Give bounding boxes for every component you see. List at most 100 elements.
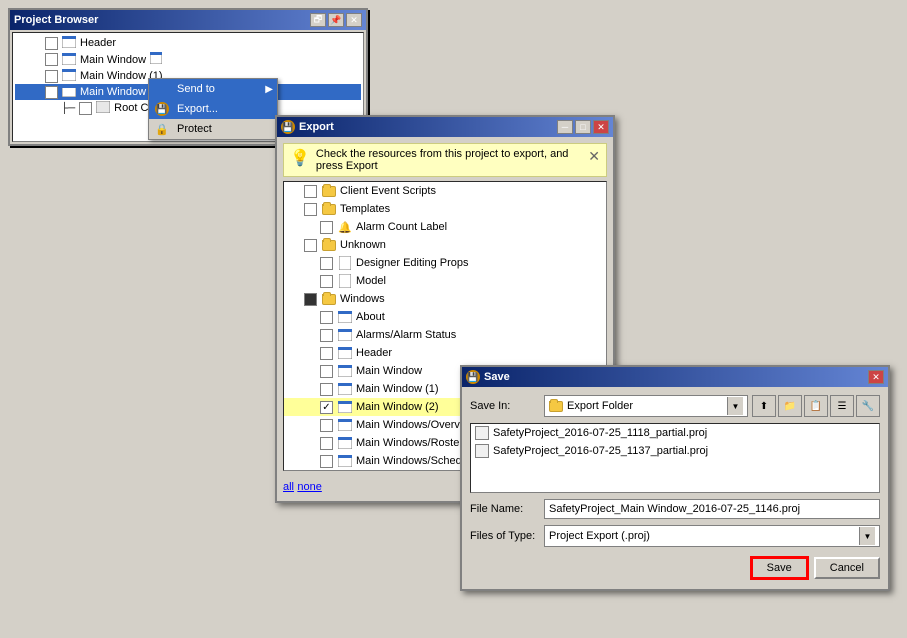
alarmsalarmstatus-checkbox[interactable]	[320, 329, 333, 342]
export-mainwindow2-label: Main Window (2)	[356, 401, 439, 413]
alarmcountlabel-label: Alarm Count Label	[356, 221, 447, 233]
page-icon-model	[337, 274, 353, 288]
mainwindowsroster-checkbox[interactable]	[320, 437, 333, 450]
project-browser-titlebar: Project Browser 🗗 📌 ✕	[10, 10, 366, 30]
window-icon-about	[337, 310, 353, 324]
window-icon2	[62, 53, 78, 67]
all-none-links: all none	[283, 479, 322, 493]
toolbar-preview-btn[interactable]: 🔧	[856, 395, 880, 417]
list-item-about[interactable]: About	[284, 308, 606, 326]
file-name-input[interactable]	[544, 499, 880, 519]
designereditingprops-checkbox[interactable]	[320, 257, 333, 270]
window-icon-mwo	[337, 418, 353, 432]
export-header-label: Header	[356, 347, 392, 359]
tree-item-header[interactable]: Header	[15, 35, 361, 51]
export-mainwindow2-checkbox[interactable]	[320, 401, 333, 414]
cancel-button[interactable]: Cancel	[814, 557, 880, 579]
export-mainwindow1-checkbox[interactable]	[320, 383, 333, 396]
list-item-unknown[interactable]: Unknown	[284, 236, 606, 254]
menu-item-protect[interactable]: 🔒 Protect	[149, 119, 277, 139]
list-item-model[interactable]: Model	[284, 272, 606, 290]
pin-button[interactable]: 📌	[328, 13, 344, 27]
export-dialog-controls: ─ □ ✕	[557, 120, 609, 134]
window-icon3	[62, 69, 78, 83]
templates-label: Templates	[340, 203, 390, 215]
mainwindow-label: Main Window	[80, 54, 146, 66]
clienteventscripts-checkbox[interactable]	[304, 185, 317, 198]
list-item-export-header[interactable]: Header	[284, 344, 606, 362]
header-checkbox[interactable]	[45, 37, 58, 50]
alarmcountlabel-checkbox[interactable]	[320, 221, 333, 234]
save-dialog-titlebar: 💾 Save ✕	[462, 367, 888, 387]
info-icon: 💡	[290, 148, 310, 168]
list-item-designereditingprops[interactable]: Designer Editing Props	[284, 254, 606, 272]
export-header-checkbox[interactable]	[320, 347, 333, 360]
toolbar-new-btn[interactable]: 📁	[778, 395, 802, 417]
close-button[interactable]: ✕	[346, 13, 362, 27]
unknown-checkbox[interactable]	[304, 239, 317, 252]
toolbar-list-btn[interactable]: 📋	[804, 395, 828, 417]
export-mainwindow-label: Main Window	[356, 365, 422, 377]
toolbar-up-btn[interactable]: ⬆	[752, 395, 776, 417]
mainwindow-checkbox[interactable]	[45, 53, 58, 66]
mainwindowsoverview-checkbox[interactable]	[320, 419, 333, 432]
files-of-type-label: Files of Type:	[470, 530, 540, 542]
menu-item-export[interactable]: 💾 Export...	[149, 99, 277, 119]
sendto-icon	[155, 82, 173, 96]
about-checkbox[interactable]	[320, 311, 333, 324]
all-link[interactable]: all	[283, 481, 294, 493]
savein-combo-arrow[interactable]: ▼	[727, 397, 743, 415]
mainwindowsoverview-label: Main Windows/Overview	[356, 419, 476, 431]
info-close-icon[interactable]: ✕	[588, 148, 600, 165]
save-dialog: 💾 Save ✕ Save In: Export Folder ▼ ⬆ 📁 📋 …	[460, 365, 890, 591]
save-title-icon: 💾	[466, 370, 480, 384]
save-dialog-title-group: 💾 Save	[466, 370, 510, 384]
file-icon-1	[475, 426, 489, 440]
protect-icon: 🔒	[155, 122, 173, 136]
export-dialog-titlebar: 💾 Export ─ □ ✕	[277, 117, 613, 137]
list-item-templates[interactable]: Templates	[284, 200, 606, 218]
tree-item-mainwindow[interactable]: Main Window	[15, 51, 361, 68]
menu-item-sendto[interactable]: Send to ▶	[149, 79, 277, 99]
export-info-text: Check the resources from this project to…	[316, 148, 582, 172]
model-checkbox[interactable]	[320, 275, 333, 288]
export-mainwindow-checkbox[interactable]	[320, 365, 333, 378]
window-icon	[62, 36, 78, 50]
window-icon-mw	[337, 364, 353, 378]
none-link[interactable]: none	[297, 481, 321, 493]
file-list-item-1[interactable]: SafetyProject_2016-07-25_1118_partial.pr…	[471, 424, 879, 442]
windows-checkbox[interactable]	[304, 293, 317, 306]
sendto-label: Send to	[177, 83, 215, 95]
save-close-btn[interactable]: ✕	[868, 370, 884, 384]
window-icon-header	[337, 346, 353, 360]
list-item-alarmcountlabel[interactable]: 🔔 Alarm Count Label	[284, 218, 606, 236]
project-browser-title: Project Browser	[14, 14, 98, 26]
export-close-btn[interactable]: ✕	[593, 120, 609, 134]
mainwindow-badge	[150, 52, 162, 67]
list-item-clienteventscripts[interactable]: Client Event Scripts	[284, 182, 606, 200]
file-list-item-2[interactable]: SafetyProject_2016-07-25_1137_partial.pr…	[471, 442, 879, 460]
mainwindowsschedule-checkbox[interactable]	[320, 455, 333, 468]
about-label: About	[356, 311, 385, 323]
export-label: Export...	[177, 103, 218, 115]
toolbar-details-btn[interactable]: ☰	[830, 395, 854, 417]
list-item-alarmsalarmstatus[interactable]: Alarms/Alarm Status	[284, 326, 606, 344]
save-in-combo[interactable]: Export Folder ▼	[544, 395, 748, 417]
filesoftype-arrow[interactable]: ▼	[859, 527, 875, 545]
list-item-windows[interactable]: Windows	[284, 290, 606, 308]
templates-checkbox[interactable]	[304, 203, 317, 216]
restore-button[interactable]: 🗗	[310, 13, 326, 27]
export-minimize-btn[interactable]: ─	[557, 120, 573, 134]
mainwindow2-checkbox[interactable]	[45, 86, 58, 99]
rootcont-checkbox[interactable]	[79, 102, 92, 115]
export-maximize-btn[interactable]: □	[575, 120, 591, 134]
files-of-type-row: Files of Type: Project Export (.proj) ▼	[470, 525, 880, 547]
mainwindow1-checkbox[interactable]	[45, 70, 58, 83]
save-dialog-controls: ✕	[868, 370, 884, 384]
export-mainwindow1-label: Main Window (1)	[356, 383, 439, 395]
files-of-type-select[interactable]: Project Export (.proj) ▼	[544, 525, 880, 547]
save-button[interactable]: Save	[751, 557, 808, 579]
folder-icon-unknown	[321, 238, 337, 252]
project-browser-controls: 🗗 📌 ✕	[310, 13, 362, 27]
export-dialog-title-group: 💾 Export	[281, 120, 334, 134]
